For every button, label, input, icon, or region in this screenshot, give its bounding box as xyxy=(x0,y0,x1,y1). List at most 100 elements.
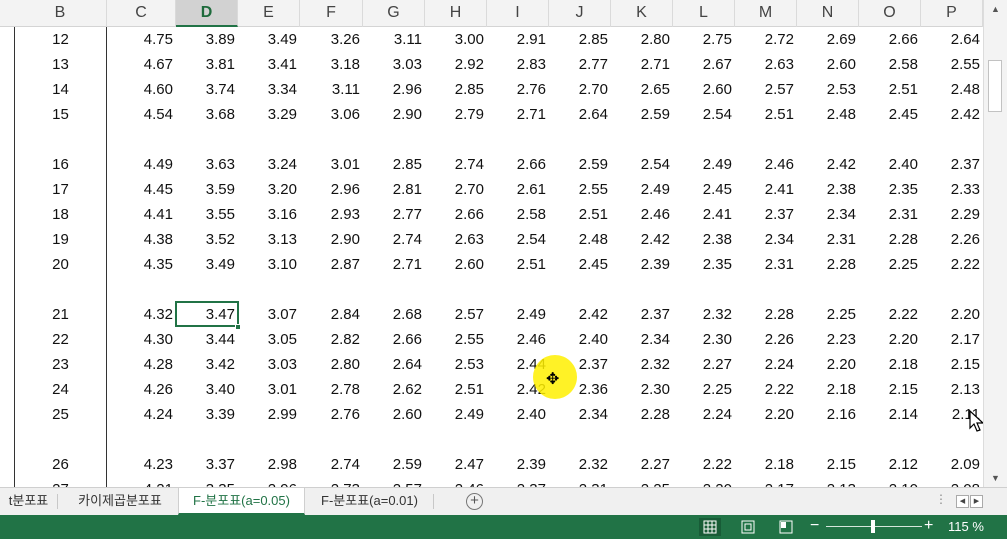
cell-l-22[interactable]: 2.30 xyxy=(673,327,735,352)
cell-o-25[interactable]: 2.14 xyxy=(859,402,921,427)
cell-n-12[interactable]: 2.69 xyxy=(797,27,859,52)
zoom-level-label[interactable]: 115 % xyxy=(948,515,984,539)
row-label-cell[interactable]: 27 xyxy=(14,477,107,487)
cell-d-22[interactable]: 3.44 xyxy=(176,327,238,352)
cell-k[interactable] xyxy=(611,127,673,152)
cell-h-22[interactable]: 2.55 xyxy=(425,327,487,352)
cell-i-18[interactable]: 2.58 xyxy=(487,202,549,227)
cell-p-26[interactable]: 2.09 xyxy=(921,452,983,477)
cell-h-13[interactable]: 2.92 xyxy=(425,52,487,77)
cell-p-23[interactable]: 2.15 xyxy=(921,352,983,377)
cell-e-15[interactable]: 3.29 xyxy=(238,102,300,127)
scroll-left-icon[interactable]: ◀ xyxy=(956,495,969,508)
cell-c-18[interactable]: 4.41 xyxy=(107,202,176,227)
cell-e-16[interactable]: 3.24 xyxy=(238,152,300,177)
cell-i-27[interactable]: 2.37 xyxy=(487,477,549,487)
cell-e-26[interactable]: 2.98 xyxy=(238,452,300,477)
cell-e-19[interactable]: 3.13 xyxy=(238,227,300,252)
tab-split-handle-icon[interactable]: ⋮ xyxy=(935,492,947,506)
scrollbar-thumb[interactable] xyxy=(988,60,1002,112)
cell-l-13[interactable]: 2.67 xyxy=(673,52,735,77)
cell-n-17[interactable]: 2.38 xyxy=(797,177,859,202)
sheet-tab-chi-square[interactable]: 카이제곱분포표 xyxy=(64,488,176,515)
cell-p-24[interactable]: 2.13 xyxy=(921,377,983,402)
cell-m-21[interactable]: 2.28 xyxy=(735,302,797,327)
cell-m-25[interactable]: 2.20 xyxy=(735,402,797,427)
cell-g-21[interactable]: 2.68 xyxy=(363,302,425,327)
cell-i[interactable] xyxy=(487,427,549,452)
cell-j-13[interactable]: 2.77 xyxy=(549,52,611,77)
cell-d-13[interactable]: 3.81 xyxy=(176,52,238,77)
row-label-cell[interactable]: 12 xyxy=(14,27,107,52)
row-label-cell[interactable]: 23 xyxy=(14,352,107,377)
cell-j-14[interactable]: 2.70 xyxy=(549,77,611,102)
cell-j-16[interactable]: 2.59 xyxy=(549,152,611,177)
cell-d-24[interactable]: 3.40 xyxy=(176,377,238,402)
cell-g-17[interactable]: 2.81 xyxy=(363,177,425,202)
cell-m-13[interactable]: 2.63 xyxy=(735,52,797,77)
cell-p-18[interactable]: 2.29 xyxy=(921,202,983,227)
cell-i-17[interactable]: 2.61 xyxy=(487,177,549,202)
cell-h[interactable] xyxy=(425,127,487,152)
cell-m-22[interactable]: 2.26 xyxy=(735,327,797,352)
cell-h-25[interactable]: 2.49 xyxy=(425,402,487,427)
normal-view-button[interactable] xyxy=(699,518,721,536)
cell-n-22[interactable]: 2.23 xyxy=(797,327,859,352)
cell-e-23[interactable]: 3.03 xyxy=(238,352,300,377)
row-label-cell[interactable]: 13 xyxy=(14,52,107,77)
cell-o-23[interactable]: 2.18 xyxy=(859,352,921,377)
cell-k-18[interactable]: 2.46 xyxy=(611,202,673,227)
cell-d[interactable] xyxy=(176,127,238,152)
add-sheet-button[interactable]: + xyxy=(466,493,483,510)
cell-g-19[interactable]: 2.74 xyxy=(363,227,425,252)
cell-p-20[interactable]: 2.22 xyxy=(921,252,983,277)
cell-c-24[interactable]: 4.26 xyxy=(107,377,176,402)
cell-g-12[interactable]: 3.11 xyxy=(363,27,425,52)
cell-h-21[interactable]: 2.57 xyxy=(425,302,487,327)
cell-h-15[interactable]: 2.79 xyxy=(425,102,487,127)
zoom-out-button[interactable]: − xyxy=(810,516,819,536)
cell-f[interactable] xyxy=(300,277,363,302)
cell-n-18[interactable]: 2.34 xyxy=(797,202,859,227)
cell-c-27[interactable]: 4.21 xyxy=(107,477,176,487)
cell-m-19[interactable]: 2.34 xyxy=(735,227,797,252)
cell-m-20[interactable]: 2.31 xyxy=(735,252,797,277)
cell-d-25[interactable]: 3.39 xyxy=(176,402,238,427)
cell-o-12[interactable]: 2.66 xyxy=(859,27,921,52)
cell-h-12[interactable]: 3.00 xyxy=(425,27,487,52)
cell-m[interactable] xyxy=(735,427,797,452)
cell-f-21[interactable]: 2.84 xyxy=(300,302,363,327)
cell-k-24[interactable]: 2.30 xyxy=(611,377,673,402)
cell-o-14[interactable]: 2.51 xyxy=(859,77,921,102)
zoom-in-button[interactable]: + xyxy=(924,516,933,536)
cell-i-13[interactable]: 2.83 xyxy=(487,52,549,77)
cell-f-19[interactable]: 2.90 xyxy=(300,227,363,252)
cell-e-24[interactable]: 3.01 xyxy=(238,377,300,402)
cell-g-27[interactable]: 2.57 xyxy=(363,477,425,487)
cell-n-14[interactable]: 2.53 xyxy=(797,77,859,102)
cell-l-17[interactable]: 2.45 xyxy=(673,177,735,202)
cell-c-19[interactable]: 4.38 xyxy=(107,227,176,252)
row-label-cell[interactable]: 21 xyxy=(14,302,107,327)
cell-f-18[interactable]: 2.93 xyxy=(300,202,363,227)
cell-p-21[interactable]: 2.20 xyxy=(921,302,983,327)
cell-o[interactable] xyxy=(859,427,921,452)
cell-i-25[interactable]: 2.40 xyxy=(487,402,549,427)
cell-g-15[interactable]: 2.90 xyxy=(363,102,425,127)
cell-o-24[interactable]: 2.15 xyxy=(859,377,921,402)
cell-e-14[interactable]: 3.34 xyxy=(238,77,300,102)
column-header-n[interactable]: N xyxy=(797,0,859,27)
spreadsheet-grid[interactable]: 12 4.75 3.89 3.49 3.26 3.11 3.00 2.91 2.85 2.80 2.… xyxy=(0,27,983,487)
column-header-h[interactable]: H xyxy=(425,0,487,27)
cell-g-13[interactable]: 3.03 xyxy=(363,52,425,77)
cell-c-12[interactable]: 4.75 xyxy=(107,27,176,52)
cell-f-23[interactable]: 2.80 xyxy=(300,352,363,377)
column-header-b[interactable]: B xyxy=(14,0,107,27)
cell-e[interactable] xyxy=(238,127,300,152)
cell-j-25[interactable]: 2.34 xyxy=(549,402,611,427)
cell-g-22[interactable]: 2.66 xyxy=(363,327,425,352)
cell-p-27[interactable]: 2.08 xyxy=(921,477,983,487)
cell-g-14[interactable]: 2.96 xyxy=(363,77,425,102)
scroll-up-icon[interactable]: ▲ xyxy=(984,0,1007,18)
cell-n-25[interactable]: 2.16 xyxy=(797,402,859,427)
